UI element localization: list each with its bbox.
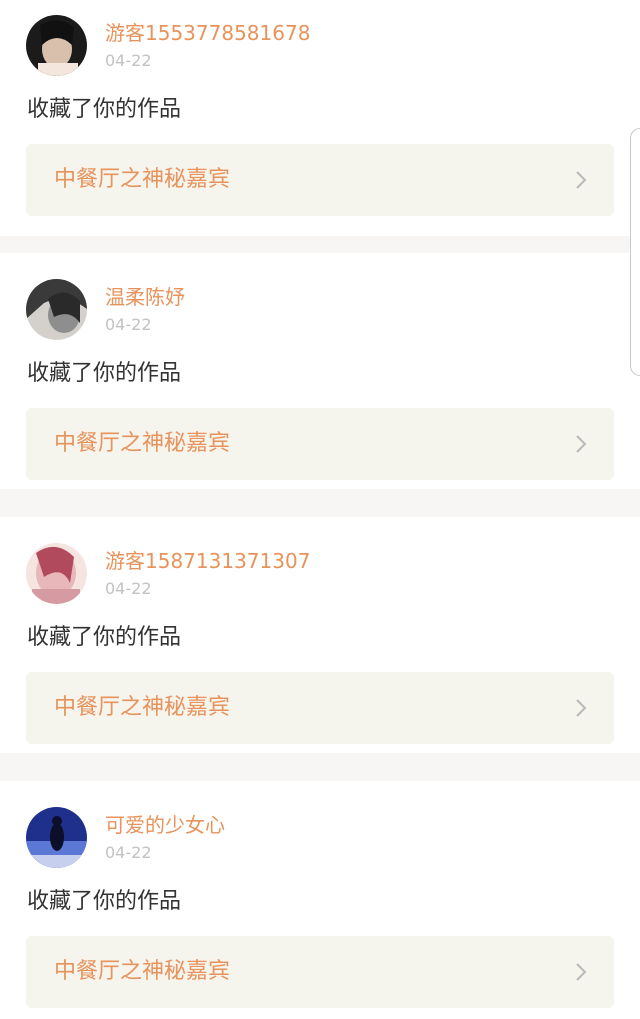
- work-title: 中餐厅之神秘嘉宾: [54, 431, 231, 456]
- timestamp: 04-22: [105, 51, 152, 70]
- timestamp: 04-22: [105, 315, 152, 334]
- notification-card: 可爱的少女心 04-22 收藏了你的作品 中餐厅之神秘嘉宾: [0, 781, 640, 1019]
- notification-feed: 游客1553778581678 04-22 收藏了你的作品 中餐厅之神秘嘉宾 温…: [0, 0, 640, 1019]
- username[interactable]: 游客1587131371307: [105, 547, 310, 575]
- action-text: 收藏了你的作品: [27, 97, 182, 122]
- work-link[interactable]: 中餐厅之神秘嘉宾: [26, 672, 614, 744]
- work-link[interactable]: 中餐厅之神秘嘉宾: [26, 144, 614, 216]
- notification-card: 游客1587131371307 04-22 收藏了你的作品 中餐厅之神秘嘉宾: [0, 517, 640, 753]
- username[interactable]: 游客1553778581678: [105, 19, 310, 47]
- chevron-right-icon: [576, 171, 587, 189]
- scrollbar[interactable]: [630, 128, 640, 376]
- action-text: 收藏了你的作品: [27, 625, 182, 650]
- chevron-right-icon: [576, 435, 587, 453]
- notification-card: 游客1553778581678 04-22 收藏了你的作品 中餐厅之神秘嘉宾: [0, 0, 640, 236]
- avatar[interactable]: [26, 807, 87, 868]
- work-title: 中餐厅之神秘嘉宾: [54, 695, 231, 720]
- avatar[interactable]: [26, 543, 87, 604]
- action-text: 收藏了你的作品: [27, 361, 182, 386]
- chevron-right-icon: [576, 963, 587, 981]
- timestamp: 04-22: [105, 843, 152, 862]
- username[interactable]: 温柔陈妤: [105, 283, 185, 311]
- work-title: 中餐厅之神秘嘉宾: [54, 167, 231, 192]
- timestamp: 04-22: [105, 579, 152, 598]
- work-link[interactable]: 中餐厅之神秘嘉宾: [26, 936, 614, 1008]
- avatar[interactable]: [26, 15, 87, 76]
- username[interactable]: 可爱的少女心: [105, 811, 225, 839]
- work-title: 中餐厅之神秘嘉宾: [54, 959, 231, 984]
- work-link[interactable]: 中餐厅之神秘嘉宾: [26, 408, 614, 480]
- chevron-right-icon: [576, 699, 587, 717]
- avatar[interactable]: [26, 279, 87, 340]
- action-text: 收藏了你的作品: [27, 889, 182, 914]
- notification-card: 温柔陈妤 04-22 收藏了你的作品 中餐厅之神秘嘉宾: [0, 253, 640, 489]
